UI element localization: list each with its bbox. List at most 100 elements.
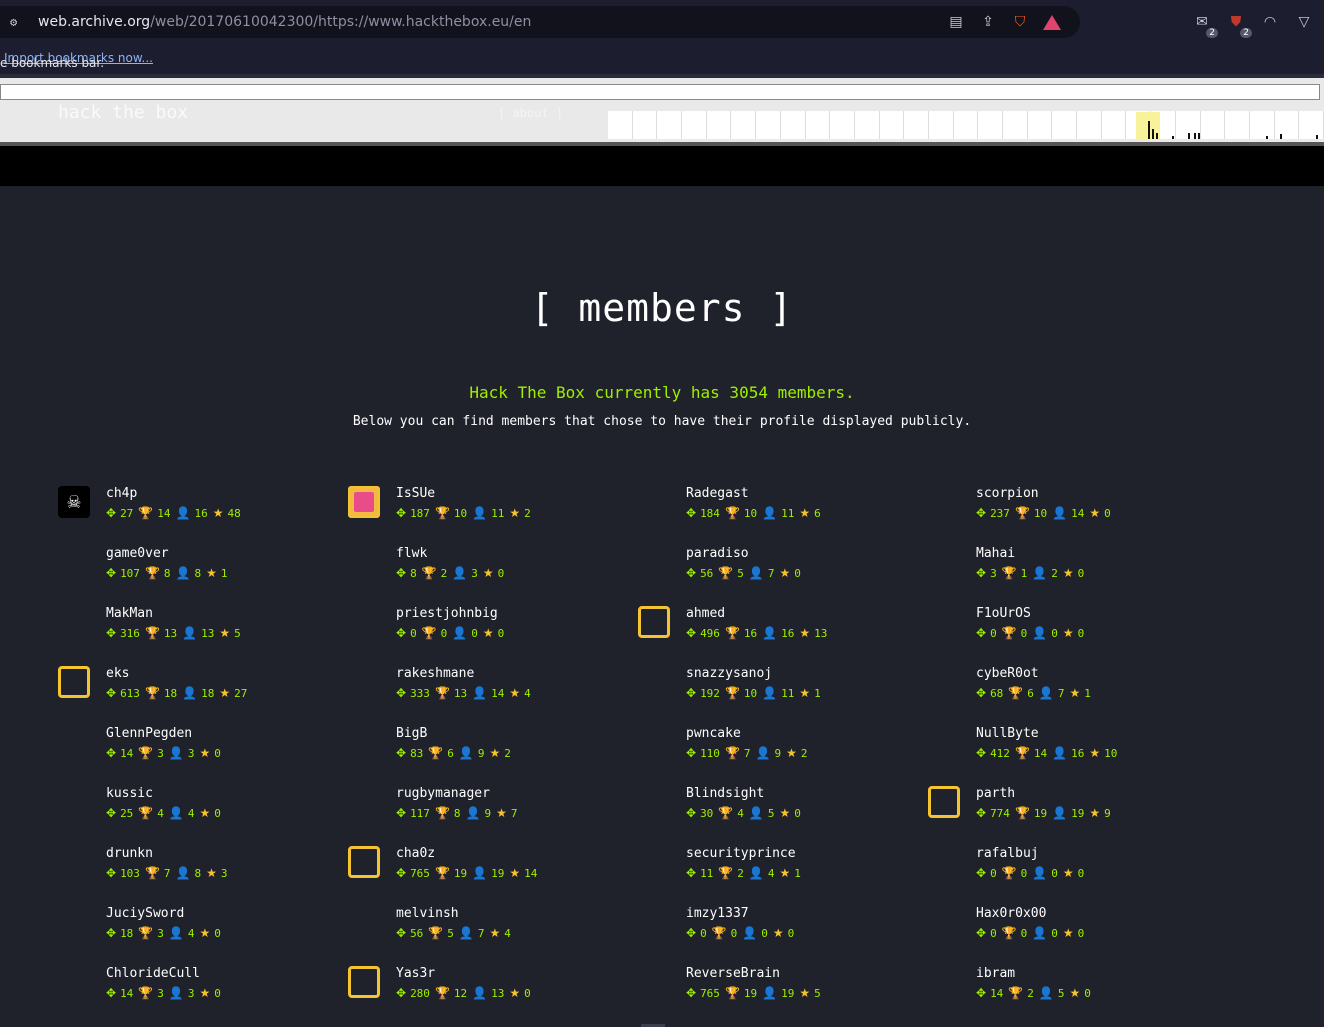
member-avatar[interactable]: ☠ [58,486,90,518]
member-name[interactable]: MakMan [106,606,153,621]
member-name[interactable]: ChlorideCull [106,966,200,981]
member-card[interactable]: ibram ✥ 14 🏆 2 👤 5 ★ 0 [928,966,1208,1010]
member-card[interactable]: scorpion ✥ 237 🏆 10 👤 14 ★ 0 [928,486,1208,530]
member-card[interactable]: snazzysanoj ✥ 192 🏆 10 👤 11 ★ 1 [638,666,918,710]
timeline-year-cell[interactable] [954,111,979,139]
member-card[interactable]: Radegast ✥ 184 🏆 10 👤 11 ★ 6 [638,486,918,530]
member-name[interactable]: cybeR0ot [976,666,1039,681]
member-avatar[interactable] [348,966,380,998]
member-name[interactable]: flwk [396,546,427,561]
share-icon[interactable]: ⇪ [978,12,998,32]
member-name[interactable]: drunkn [106,846,153,861]
address-bar[interactable]: ⚙ web.archive.org/web/20170610042300/htt… [0,6,1080,38]
member-name[interactable]: paradiso [686,546,749,561]
member-card[interactable]: parth ✥ 774 🏆 19 👤 19 ★ 9 [928,786,1208,830]
timeline-year-cell[interactable] [904,111,929,139]
ublock-icon[interactable]: ⛊ 2 [1226,12,1252,38]
member-name[interactable]: NullByte [976,726,1039,741]
member-name[interactable]: parth [976,786,1015,801]
member-avatar[interactable] [638,606,670,638]
timeline-year-cell[interactable] [880,111,905,139]
member-name[interactable]: rugbymanager [396,786,490,801]
member-name[interactable]: ahmed [686,606,725,621]
member-name[interactable]: priestjohnbig [396,606,498,621]
member-name[interactable]: snazzysanoj [686,666,772,681]
member-card[interactable]: securityprince ✥ 11 🏆 2 👤 4 ★ 1 [638,846,918,890]
member-name[interactable]: Radegast [686,486,749,501]
timeline-year-cell[interactable] [1028,111,1053,139]
member-name[interactable]: melvinsh [396,906,459,921]
member-name[interactable]: Blindsight [686,786,764,801]
member-card[interactable]: priestjohnbig ✥ 0 🏆 0 👤 0 ★ 0 [348,606,628,650]
timeline-year-cell[interactable] [1250,111,1275,139]
member-card[interactable]: ahmed ✥ 496 🏆 16 👤 16 ★ 13 [638,606,918,650]
member-card[interactable]: flwk ✥ 8 🏆 2 👤 3 ★ 0 [348,546,628,590]
member-name[interactable]: game0ver [106,546,169,561]
member-card[interactable]: Yas3r ✥ 280 🏆 12 👤 13 ★ 0 [348,966,628,1010]
timeline-year-cell[interactable] [1102,111,1127,139]
member-card[interactable]: paradiso ✥ 56 🏆 5 👤 7 ★ 0 [638,546,918,590]
member-card[interactable]: pwncake ✥ 110 🏆 7 👤 9 ★ 2 [638,726,918,770]
timeline-year-cell[interactable] [1225,111,1250,139]
member-card[interactable]: ☠ ch4p ✥ 27 🏆 14 👤 16 ★ 48 [58,486,338,530]
member-name[interactable]: Hax0r0x00 [976,906,1046,921]
member-name[interactable]: scorpion [976,486,1039,501]
timeline-year-cell[interactable] [756,111,781,139]
member-name[interactable]: cha0z [396,846,435,861]
url-text[interactable]: web.archive.org/web/20170610042300/https… [38,14,531,30]
member-card[interactable]: cybeR0ot ✥ 68 🏆 6 👤 7 ★ 1 [928,666,1208,710]
member-card[interactable]: F1oUrOS ✥ 0 🏆 0 👤 0 ★ 0 [928,606,1208,650]
member-card[interactable]: Blindsight ✥ 30 🏆 4 👤 5 ★ 0 [638,786,918,830]
member-card[interactable]: MakMan ✥ 316 🏆 13 👤 13 ★ 5 [58,606,338,650]
timeline-year-cell[interactable] [781,111,806,139]
timeline-year-cell[interactable] [1201,111,1226,139]
member-card[interactable]: melvinsh ✥ 56 🏆 5 👤 7 ★ 4 [348,906,628,950]
member-card[interactable]: rakeshmane ✥ 333 🏆 13 👤 14 ★ 4 [348,666,628,710]
member-card[interactable]: BigB ✥ 83 🏆 6 👤 9 ★ 2 [348,726,628,770]
member-card[interactable]: drunkn ✥ 103 🏆 7 👤 8 ★ 3 [58,846,338,890]
member-name[interactable]: ch4p [106,486,137,501]
member-name[interactable]: BigB [396,726,427,741]
timeline-year-cell[interactable] [1275,111,1300,139]
member-card[interactable]: Mahai ✥ 3 🏆 1 👤 2 ★ 0 [928,546,1208,590]
timeline-year-cell[interactable] [1052,111,1078,139]
member-card[interactable]: IsSUe ✥ 187 🏆 10 👤 11 ★ 2 [348,486,628,530]
timeline-year-cell[interactable] [633,111,658,139]
timeline-year-cell[interactable] [1003,111,1028,139]
member-name[interactable]: ibram [976,966,1015,981]
member-name[interactable]: pwncake [686,726,741,741]
extension-icon[interactable]: ✉ 2 [1192,12,1218,38]
member-card[interactable]: cha0z ✥ 765 🏆 19 👤 19 ★ 14 [348,846,628,890]
timeline-year-cell[interactable] [657,111,683,139]
member-card[interactable]: imzy1337 ✥ 0 🏆 0 👤 0 ★ 0 [638,906,918,950]
vpn-icon[interactable]: ◠ [1260,12,1280,32]
timeline-year-cell[interactable] [1299,111,1324,139]
wayback-timeline[interactable] [608,111,1324,139]
reader-mode-icon[interactable]: ▤ [946,12,966,32]
member-card[interactable]: eks ✥ 613 🏆 18 👤 18 ★ 27 [58,666,338,710]
member-avatar[interactable] [928,786,960,818]
wayback-about-link[interactable]: [ about ] [498,106,563,120]
member-avatar[interactable] [348,486,380,518]
timeline-year-cell[interactable] [707,111,732,139]
member-card[interactable]: rugbymanager ✥ 117 🏆 8 👤 9 ★ 7 [348,786,628,830]
site-settings-icon[interactable]: ⚙ [10,15,24,29]
member-name[interactable]: rafalbuj [976,846,1039,861]
member-card[interactable]: rafalbuj ✥ 0 🏆 0 👤 0 ★ 0 [928,846,1208,890]
member-name[interactable]: kussic [106,786,153,801]
member-avatar[interactable] [348,846,380,878]
member-name[interactable]: eks [106,666,129,681]
wayback-url-input[interactable] [0,84,1320,100]
member-name[interactable]: Yas3r [396,966,435,981]
member-card[interactable]: Hax0r0x00 ✥ 0 🏆 0 👤 0 ★ 0 [928,906,1208,950]
member-name[interactable]: imzy1337 [686,906,749,921]
timeline-year-cell[interactable] [682,111,707,139]
member-name[interactable]: ReverseBrain [686,966,780,981]
member-card[interactable]: ReverseBrain ✥ 765 🏆 19 👤 19 ★ 5 [638,966,918,1010]
timeline-year-cell[interactable] [978,111,1003,139]
member-name[interactable]: JuciySword [106,906,184,921]
timeline-year-cell[interactable] [1077,111,1102,139]
member-name[interactable]: IsSUe [396,486,435,501]
member-name[interactable]: rakeshmane [396,666,474,681]
member-name[interactable]: securityprince [686,846,796,861]
